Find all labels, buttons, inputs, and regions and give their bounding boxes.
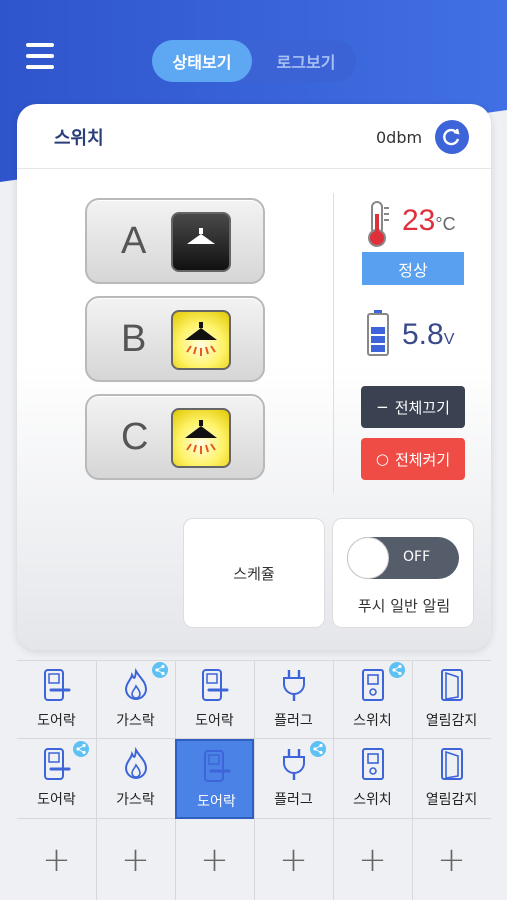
switch-icon: [357, 668, 389, 702]
switch-b-label: B: [121, 318, 147, 360]
plus-icon: +: [437, 840, 466, 880]
add-device-button[interactable]: +: [96, 818, 175, 898]
device-tile[interactable]: 열림감지: [412, 660, 491, 740]
refresh-icon: [443, 128, 460, 146]
switch-icon: [357, 747, 389, 781]
lamp-off-icon: [171, 212, 231, 272]
plus-icon: +: [121, 840, 150, 880]
circle-icon: ○: [375, 450, 389, 468]
lamp-on-icon: [171, 408, 231, 468]
door-sensor-icon: [436, 747, 468, 781]
share-icon: [152, 662, 168, 678]
plug-icon: [278, 747, 310, 781]
device-tile[interactable]: 가스락: [96, 739, 175, 819]
refresh-button[interactable]: [435, 120, 469, 154]
device-tile[interactable]: 도어락: [175, 660, 254, 740]
device-name: 플러그: [274, 713, 313, 729]
add-device-button[interactable]: +: [333, 818, 412, 898]
lamp-on-icon: [171, 310, 231, 370]
device-tile[interactable]: 스위치: [333, 660, 412, 740]
status-badge: 정상: [362, 252, 464, 285]
device-name: 도어락: [37, 713, 76, 729]
add-device-button[interactable]: +: [175, 818, 254, 898]
add-device-button[interactable]: +: [254, 818, 333, 898]
device-tile[interactable]: 도어락: [175, 739, 254, 819]
door-sensor-icon: [436, 668, 468, 702]
device-tile[interactable]: 열림감지: [412, 739, 491, 819]
device-name: 플러그: [274, 792, 313, 808]
device-name: 스위치: [353, 713, 392, 729]
device-name: 열림감지: [425, 713, 478, 729]
door-lock-icon: [199, 668, 231, 702]
add-device-button[interactable]: +: [17, 818, 96, 898]
temperature-value: 23: [402, 204, 436, 237]
temperature-unit: °C: [435, 214, 456, 234]
voltage-reading: 5.8V: [402, 318, 454, 352]
switch-a-label: A: [121, 220, 147, 262]
schedule-button[interactable]: 스케쥴: [183, 518, 325, 628]
switch-c-label: C: [121, 416, 149, 458]
add-device-button[interactable]: +: [412, 818, 491, 898]
device-name: 도어락: [197, 794, 236, 810]
push-toggle[interactable]: OFF: [347, 537, 459, 579]
door-lock-icon: [201, 749, 233, 783]
tab-status[interactable]: 상태보기: [152, 40, 252, 82]
plug-icon: [278, 668, 310, 702]
door-lock-icon: [41, 747, 73, 781]
door-lock-icon: [41, 668, 73, 702]
switch-c-button[interactable]: C: [85, 394, 265, 480]
device-tile[interactable]: 도어락: [17, 660, 96, 740]
device-name: 열림감지: [425, 792, 478, 808]
signal-strength: 0dbm: [376, 128, 423, 147]
device-tile[interactable]: 가스락: [96, 660, 175, 740]
voltage-unit: V: [443, 331, 455, 348]
thermometer-icon: [363, 200, 393, 252]
battery-icon: [367, 310, 389, 360]
menu-icon[interactable]: [26, 43, 54, 71]
device-name: 도어락: [195, 713, 234, 729]
all-on-label: 전체켜기: [394, 450, 451, 469]
view-tabs: 상태보기 로그보기: [152, 40, 356, 82]
switch-b-button[interactable]: B: [85, 296, 265, 382]
gas-lock-icon: [120, 746, 152, 781]
all-on-button[interactable]: ○ 전체켜기: [361, 438, 465, 480]
device-name: 도어락: [37, 792, 76, 808]
minus-icon: −: [376, 398, 389, 416]
card-title: 스위치: [54, 128, 104, 149]
device-tile[interactable]: 플러그: [254, 660, 333, 740]
switch-a-button[interactable]: A: [85, 198, 265, 284]
device-tile[interactable]: 스위치: [333, 739, 412, 819]
plus-icon: +: [42, 840, 71, 880]
temperature-reading: 23°C: [402, 204, 456, 238]
device-tile[interactable]: 도어락: [17, 739, 96, 819]
device-name: 스위치: [353, 792, 392, 808]
share-icon: [73, 741, 89, 757]
device-tile[interactable]: 플러그: [254, 739, 333, 819]
all-off-label: 전체끄기: [394, 398, 450, 417]
device-name: 가스락: [116, 713, 155, 729]
push-label: 푸시 일반 알림: [357, 597, 451, 615]
plus-icon: +: [200, 840, 229, 880]
tab-log[interactable]: 로그보기: [256, 40, 356, 82]
toggle-knob: [347, 537, 389, 579]
divider: [333, 193, 334, 493]
device-name: 가스락: [116, 792, 155, 808]
gas-lock-icon: [120, 667, 152, 702]
voltage-value: 5.8: [402, 318, 444, 351]
all-off-button[interactable]: − 전체끄기: [361, 386, 465, 428]
push-notification-box: OFF 푸시 일반 알림: [332, 518, 474, 628]
share-icon: [389, 662, 405, 678]
toggle-state: OFF: [403, 549, 431, 565]
switch-card: 스위치 0dbm A B C 23°C 정상 5.8V − 전체끄기 ○ 전체켜…: [17, 104, 491, 650]
plus-icon: +: [358, 840, 387, 880]
share-icon: [310, 741, 326, 757]
plus-icon: +: [279, 840, 308, 880]
